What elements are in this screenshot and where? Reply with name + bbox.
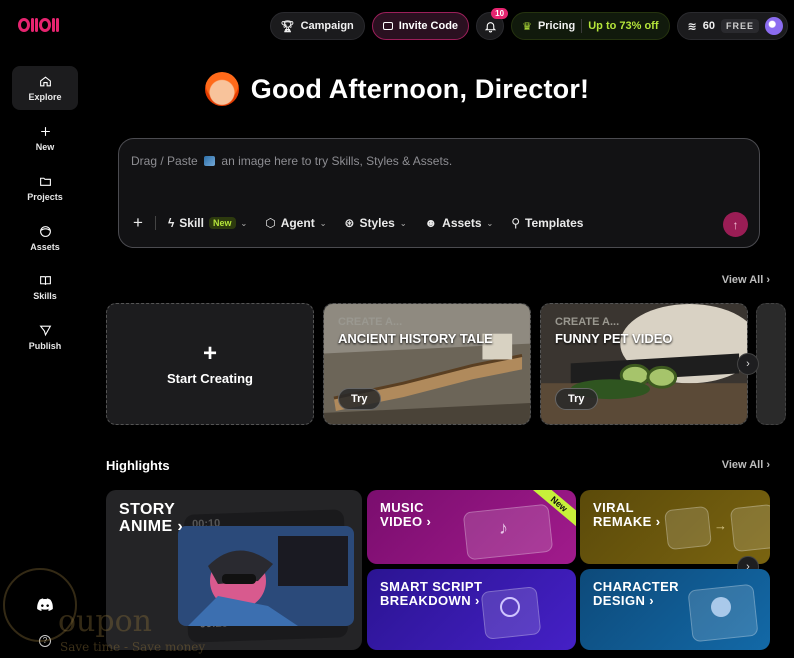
attach-button[interactable]: + [133, 213, 143, 233]
chevron-down-icon: ⌄ [319, 218, 327, 228]
highlight-character-design[interactable]: CHARACTER DESIGN › [580, 569, 770, 650]
folder-icon [39, 177, 51, 186]
try-button[interactable]: Try [338, 388, 381, 410]
highlight-title: CHARACTER DESIGN › [593, 579, 679, 608]
prompt-placeholder: Drag / Paste an image here to try Skills… [131, 154, 453, 168]
send-icon [39, 325, 51, 336]
chevron-right-icon: › [746, 358, 750, 370]
fire-avatar-icon [204, 72, 239, 106]
start-creating-card[interactable]: + Start Creating [106, 303, 314, 425]
styles-dropdown[interactable]: ⊛ Styles ⌄ [344, 216, 406, 230]
music-card-graphic [462, 503, 554, 561]
campaign-button[interactable]: 🏆︎ Campaign [269, 12, 365, 40]
credits-value: 60 [702, 20, 715, 32]
notifications-button[interactable]: 10 [476, 8, 509, 40]
highlight-music-video[interactable]: ♪ New MUSIC VIDEO › [367, 490, 576, 564]
pricing-button[interactable]: ♛ Pricing Up to 73% off [511, 12, 670, 40]
image-icon [204, 156, 216, 166]
lightbulb-icon: ⚲ [511, 216, 521, 230]
carousel-next-button[interactable]: › [737, 353, 759, 375]
credits-display[interactable]: ≋ 60 FREE [676, 12, 788, 40]
crown-icon: ♛ [522, 20, 532, 33]
sidebar-item-new[interactable]: New [12, 116, 78, 160]
plus-icon [40, 126, 50, 136]
face-icon [39, 225, 51, 237]
try-button[interactable]: Try [555, 388, 598, 410]
sidebar-item-assets[interactable]: Assets [12, 216, 78, 260]
document-icon [500, 597, 520, 617]
book-icon [39, 275, 51, 285]
highlight-viral-remake[interactable]: → VIRAL REMAKE › [580, 490, 770, 564]
ticket-icon [382, 22, 393, 30]
music-note-icon: ♪ [499, 518, 508, 538]
plus-icon: + [202, 339, 217, 367]
greeting: Good Afternoon, Director! [0, 72, 794, 106]
coins-icon: ≋ [687, 20, 697, 33]
assets-dropdown[interactable]: ☻ Assets ⌄ [425, 216, 494, 230]
original-card-graphic [664, 505, 712, 551]
arrow-right-icon: → [714, 518, 727, 533]
palette-icon: ⊛ [344, 216, 355, 230]
cube-icon: ⬡ [265, 216, 276, 230]
highlight-title: MUSIC VIDEO › [380, 500, 432, 529]
character-face-icon [711, 597, 731, 617]
user-avatar[interactable] [765, 17, 783, 35]
top-bar: 🏆︎ Campaign Invite Code 10 ♛ Pricing Up … [269, 8, 788, 40]
highlight-smart-script[interactable]: SMART SCRIPT BREAKDOWN › [367, 569, 576, 650]
sidebar-item-skills[interactable]: Skills [12, 265, 78, 309]
chevron-down-icon: ⌄ [399, 218, 407, 228]
trophy-icon: 🏆︎ [280, 20, 295, 33]
sidebar-item-projects[interactable]: Projects [12, 166, 78, 210]
new-badge: New [208, 217, 236, 229]
plan-badge: FREE [720, 19, 759, 33]
template-card-ancient-history[interactable]: CREATE A... ANCIENT HISTORY TALE Try [323, 303, 531, 425]
invite-code-button[interactable]: Invite Code [371, 12, 470, 40]
prompt-toolbar: + ϟ Skill New ⌄ ⬡ Agent ⌄ ⊛ Styles ⌄ ☻ A… [133, 213, 583, 233]
highlight-title: SMART SCRIPT BREAKDOWN › [380, 579, 483, 608]
divider [581, 19, 583, 33]
page-title: Good Afternoon, Director! [250, 73, 590, 104]
agent-dropdown[interactable]: ⬡ Agent ⌄ [265, 216, 326, 230]
highlight-title: VIRAL REMAKE › [593, 500, 661, 529]
sidebar-item-publish[interactable]: Publish [12, 315, 78, 359]
face-icon: ☻ [424, 216, 438, 230]
anime-character-illustration [178, 526, 354, 626]
highlight-title: STORY ANIME › [119, 501, 184, 535]
app-logo[interactable] [18, 18, 59, 32]
pricing-discount: Up to 73% off [588, 20, 659, 32]
template-card-next[interactable] [756, 303, 786, 425]
highlights-title: Highlights [106, 458, 170, 473]
chevron-down-icon: ⌄ [240, 218, 248, 228]
watermark-subtext: Save time - Save money [60, 640, 206, 654]
template-card-funny-pet[interactable]: CREATE A... FUNNY PET VIDEO Try [540, 303, 748, 425]
notification-count-badge: 10 [491, 8, 509, 19]
divider [154, 216, 156, 230]
watermark-text: oupon [58, 604, 152, 639]
prompt-box[interactable]: Drag / Paste an image here to try Skills… [118, 138, 760, 248]
lightning-icon: ϟ [167, 216, 175, 230]
bell-icon [484, 21, 496, 32]
arrow-up-icon: ↑ [732, 217, 739, 232]
skill-dropdown[interactable]: ϟ Skill New ⌄ [168, 216, 247, 230]
highlights-view-all-link[interactable]: View All › [722, 459, 770, 471]
send-button[interactable]: ↑ [723, 212, 748, 237]
create-view-all-link[interactable]: View All › [722, 274, 770, 286]
chevron-down-icon: ⌄ [486, 218, 494, 228]
templates-button[interactable]: ⚲ Templates [511, 216, 583, 230]
remake-card-graphic [729, 503, 770, 553]
